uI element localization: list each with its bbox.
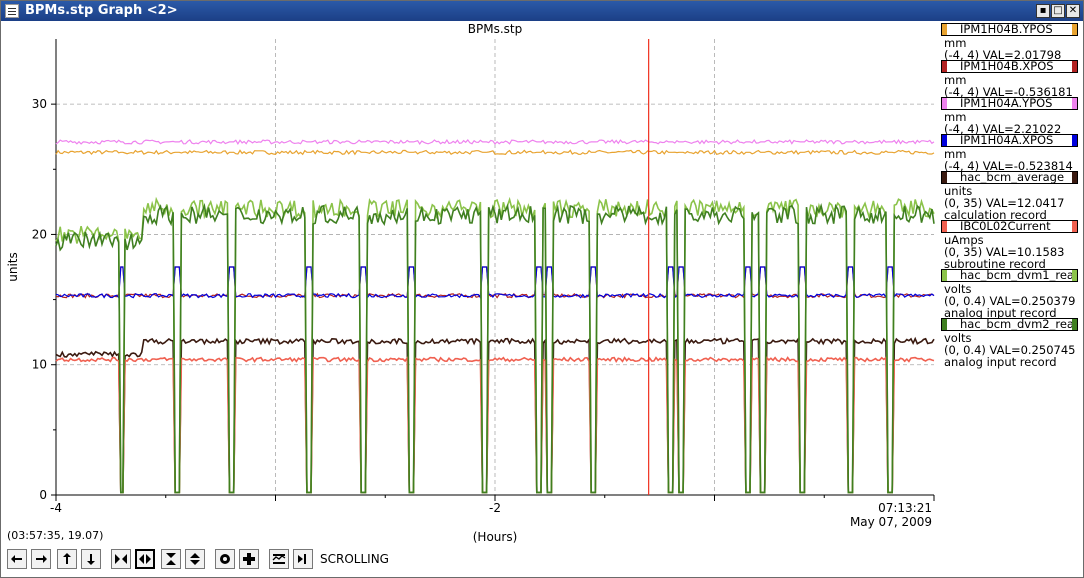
y-tick-label: 10 <box>32 358 47 372</box>
y-tick-label: 0 <box>39 488 47 502</box>
x-tick-label: -2 <box>489 501 501 515</box>
legend-color-swatch <box>942 319 947 330</box>
minimize-button[interactable]: ▪ <box>1036 4 1050 18</box>
x-axis-label: (Hours) <box>473 530 518 544</box>
zoom-out-y-icon[interactable] <box>185 549 205 569</box>
zoom-in-y-icon[interactable] <box>161 549 181 569</box>
back-icon[interactable] <box>293 549 313 569</box>
y-axis-label: units <box>6 252 20 282</box>
legend-color-swatch <box>942 98 947 109</box>
legend-item-name: IPM1H04B.XPOS <box>941 60 1078 73</box>
title-bar[interactable]: BPMs.stp Graph <2> ▪ □ ✕ <box>1 1 1083 21</box>
arrow-left-icon[interactable] <box>7 549 27 569</box>
legend-color-swatch <box>942 172 947 183</box>
legend-item-detail: analog input record <box>944 355 1057 369</box>
legend-color-swatch <box>942 24 947 35</box>
legend-item-name: IPM1H04B.YPOS <box>941 23 1078 36</box>
legend-color-swatch <box>1072 24 1077 35</box>
scroll-mode-label: SCROLLING <box>320 552 389 566</box>
legend-color-swatch <box>1072 319 1077 330</box>
chart-title: BPMs.stp <box>468 22 522 36</box>
scale-icon[interactable] <box>269 549 289 569</box>
legend-color-swatch <box>942 270 947 281</box>
window-title: BPMs.stp Graph <2> <box>25 3 178 18</box>
legend-color-swatch <box>1072 98 1077 109</box>
end-time-label: 07:13:21 <box>878 501 932 515</box>
legend-color-swatch <box>1072 221 1077 232</box>
graph-window: BPMs.stp Graph <2> ▪ □ ✕ BPMs.stp 0 10 20 30… <box>0 0 1084 578</box>
legend-color-swatch <box>942 221 947 232</box>
arrow-down-icon[interactable] <box>81 549 101 569</box>
autoscale-icon[interactable] <box>215 549 235 569</box>
crosshair-icon[interactable] <box>239 549 259 569</box>
legend-item-name: IBC0L02Current <box>941 220 1078 233</box>
end-date-label: May 07, 2009 <box>850 515 932 529</box>
zoom-out-x-icon[interactable] <box>135 549 155 569</box>
legend-item-name: IPM1H04A.XPOS <box>941 134 1078 147</box>
legend-color-swatch <box>1072 270 1077 281</box>
zoom-in-x-icon[interactable] <box>111 549 131 569</box>
x-tick-label: -4 <box>50 501 62 515</box>
strip-chart[interactable]: BPMs.stp 0 10 20 30 -4 -2 07:13:21May 07, 2009 (… <box>1 21 936 549</box>
y-tick-label: 20 <box>32 227 47 241</box>
maximize-button[interactable]: □ <box>1051 4 1065 18</box>
legend-item-name: hac_bcm_dvm2_read <box>941 318 1078 331</box>
legend-color-swatch <box>942 135 947 146</box>
arrow-up-icon[interactable] <box>57 549 77 569</box>
legend-item-name: IPM1H04A.YPOS <box>941 97 1078 110</box>
arrow-right-icon[interactable] <box>31 549 51 569</box>
window-menu-icon[interactable] <box>5 4 19 18</box>
legend-item-name: hac_bcm_dvm1_read <box>941 269 1078 282</box>
cursor-coordinates: (03:57:35, 19.07) <box>7 529 104 542</box>
legend-color-swatch <box>1072 135 1077 146</box>
legend-color-swatch <box>942 61 947 72</box>
legend-color-swatch <box>1072 172 1077 183</box>
legend-panel: IPM1H04B.YPOS mm (-4, 4) VAL=2.01798 IPM1H0… <box>937 21 1083 401</box>
toolbar: SCROLLING <box>1 547 1083 571</box>
y-tick-label: 30 <box>32 97 47 111</box>
legend-color-swatch <box>1072 61 1077 72</box>
close-button[interactable]: ✕ <box>1066 4 1080 18</box>
legend-item-name: hac_bcm_average <box>941 171 1078 184</box>
